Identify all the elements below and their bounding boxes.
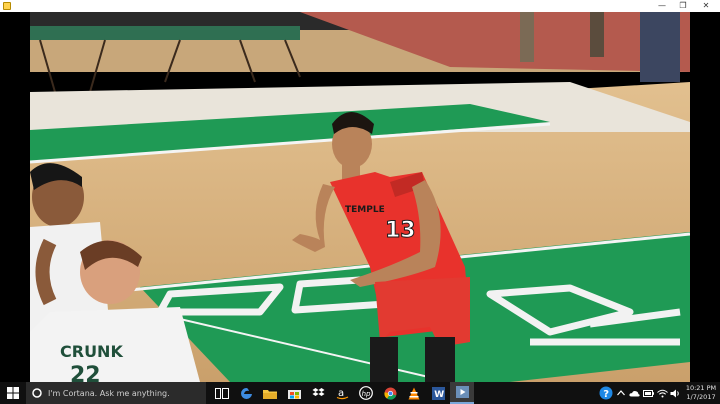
wifi-button[interactable] (656, 382, 668, 404)
video-window: — ❐ ✕ 13 TEMPLE CRUNK 22 (0, 0, 720, 382)
help-button[interactable]: ? (598, 382, 614, 404)
amazon-icon: a (336, 388, 348, 399)
task-view-button[interactable] (210, 382, 234, 404)
clock-date: 1/7/2017 (686, 393, 716, 401)
video-player-button[interactable] (450, 382, 474, 404)
basketball-scene: 13 TEMPLE CRUNK 22 (30, 12, 690, 382)
video-player-icon (455, 386, 469, 398)
edge-icon (240, 387, 252, 399)
hp-button[interactable]: hp (354, 382, 378, 404)
wifi-icon (656, 389, 668, 397)
video-frame[interactable]: 13 TEMPLE CRUNK 22 (30, 12, 690, 382)
dropbox-icon (312, 388, 324, 396)
word-icon: W (431, 386, 445, 400)
hp-icon: hp (359, 386, 373, 400)
cortana-circle-icon (32, 388, 42, 398)
jersey-number: 13 (385, 218, 416, 243)
app-icon (3, 2, 11, 10)
help-icon: ? (599, 386, 613, 400)
dropbox-button[interactable] (306, 382, 330, 404)
start-button[interactable] (0, 382, 26, 404)
title-bar[interactable]: — ❐ ✕ (0, 0, 720, 12)
taskbar: I'm Cortana. Ask me anything. a hp W ? 1… (0, 382, 720, 404)
svg-text:?: ? (603, 389, 609, 400)
svg-text:a: a (338, 388, 344, 399)
word-button[interactable]: W (426, 382, 450, 404)
chrome-button[interactable] (378, 382, 402, 404)
svg-text:W: W (434, 390, 444, 400)
amazon-button[interactable]: a (330, 382, 354, 404)
file-explorer-button[interactable] (258, 382, 282, 404)
store-icon (287, 390, 301, 399)
opponent-number: 22 (70, 363, 101, 382)
restore-button[interactable]: ❐ (673, 0, 693, 12)
cloud-icon (628, 390, 640, 396)
onedrive-button[interactable] (628, 382, 640, 404)
store-button[interactable] (282, 382, 306, 404)
close-button[interactable]: ✕ (696, 0, 716, 12)
clock-time: 10:21 PM (685, 384, 717, 392)
svg-text:hp: hp (362, 390, 371, 398)
volume-button[interactable] (669, 382, 681, 404)
vlc-icon (408, 387, 420, 399)
cortana-placeholder: I'm Cortana. Ask me anything. (48, 388, 170, 398)
cortana-search-box[interactable]: I'm Cortana. Ask me anything. (26, 382, 206, 404)
show-hidden-icons-button[interactable] (616, 382, 626, 404)
minimize-button[interactable]: — (652, 0, 672, 12)
system-clock[interactable]: 10:21 PM 1/7/2017 (682, 384, 720, 402)
edge-button[interactable] (234, 382, 258, 404)
jersey-name: TEMPLE (345, 205, 385, 215)
task-view-icon (215, 387, 229, 399)
battery-button[interactable] (642, 382, 654, 404)
chrome-icon (383, 387, 396, 400)
opponent-name: CRUNK (60, 342, 123, 361)
windows-icon (7, 387, 19, 399)
battery-icon (642, 389, 654, 397)
chevron-up-icon (617, 390, 625, 396)
folder-icon (263, 389, 277, 399)
speaker-icon (670, 389, 679, 397)
vlc-button[interactable] (402, 382, 426, 404)
